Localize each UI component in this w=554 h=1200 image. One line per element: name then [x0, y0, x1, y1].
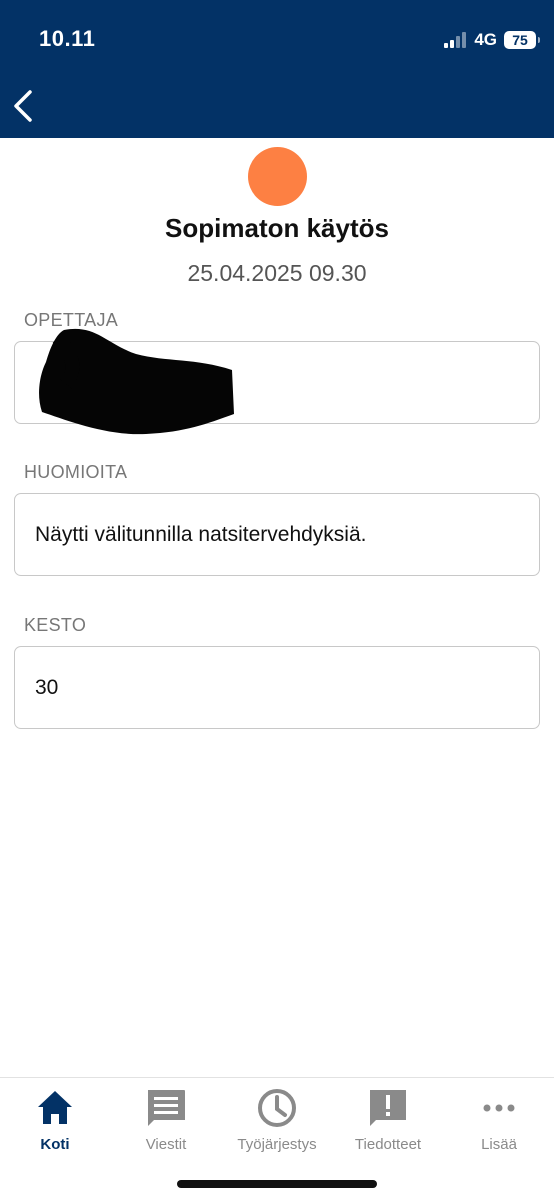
app-header: 10.11 4G 75	[0, 0, 554, 138]
network-type: 4G	[474, 30, 497, 49]
back-button[interactable]	[10, 88, 38, 124]
nav-label-koti: Koti	[40, 1136, 70, 1153]
duration-field: 30	[14, 646, 540, 729]
nav-item-tyojarjestys[interactable]: Työjärjestys	[222, 1086, 332, 1158]
home-indicator[interactable]	[177, 1180, 377, 1188]
battery-icon: 75	[504, 31, 540, 49]
screen: 10.11 4G 75 Sopimaton käytös 25.04.2025 …	[0, 0, 554, 1200]
entry-datetime: 25.04.2025 09.30	[187, 260, 367, 286]
status-time: 10.11	[39, 26, 96, 51]
nav-item-koti[interactable]: Koti	[0, 1086, 110, 1158]
nav-label-tyojarjestys: Työjärjestys	[237, 1136, 317, 1153]
signal-icon	[444, 32, 467, 48]
nav-label-lisaa: Lisää	[481, 1136, 517, 1153]
nav-label-tiedotteet: Tiedotteet	[354, 1136, 422, 1153]
status-dot	[248, 147, 307, 206]
notes-label: HUOMIOITA	[24, 462, 128, 482]
home-icon	[38, 1091, 72, 1124]
clock-icon	[258, 1089, 296, 1127]
notes-field: Näytti välitunnilla natsitervehdyksiä.	[14, 493, 540, 576]
nav-item-viestit[interactable]: Viestit	[111, 1086, 221, 1158]
alert-icon	[370, 1090, 406, 1126]
page-title: Sopimaton käytös	[165, 213, 389, 243]
nav-item-lisaa[interactable]: Lisää	[444, 1086, 554, 1158]
status-indicators: 4G 75	[444, 30, 540, 50]
nav-label-viestit: Viestit	[145, 1136, 187, 1153]
redaction-scribble	[39, 328, 235, 435]
chevron-left-icon	[14, 90, 32, 122]
message-icon	[148, 1090, 185, 1126]
more-icon	[483, 1104, 515, 1112]
nav-item-tiedotteet[interactable]: Tiedotteet	[333, 1086, 443, 1158]
duration-label: KESTO	[24, 615, 87, 635]
